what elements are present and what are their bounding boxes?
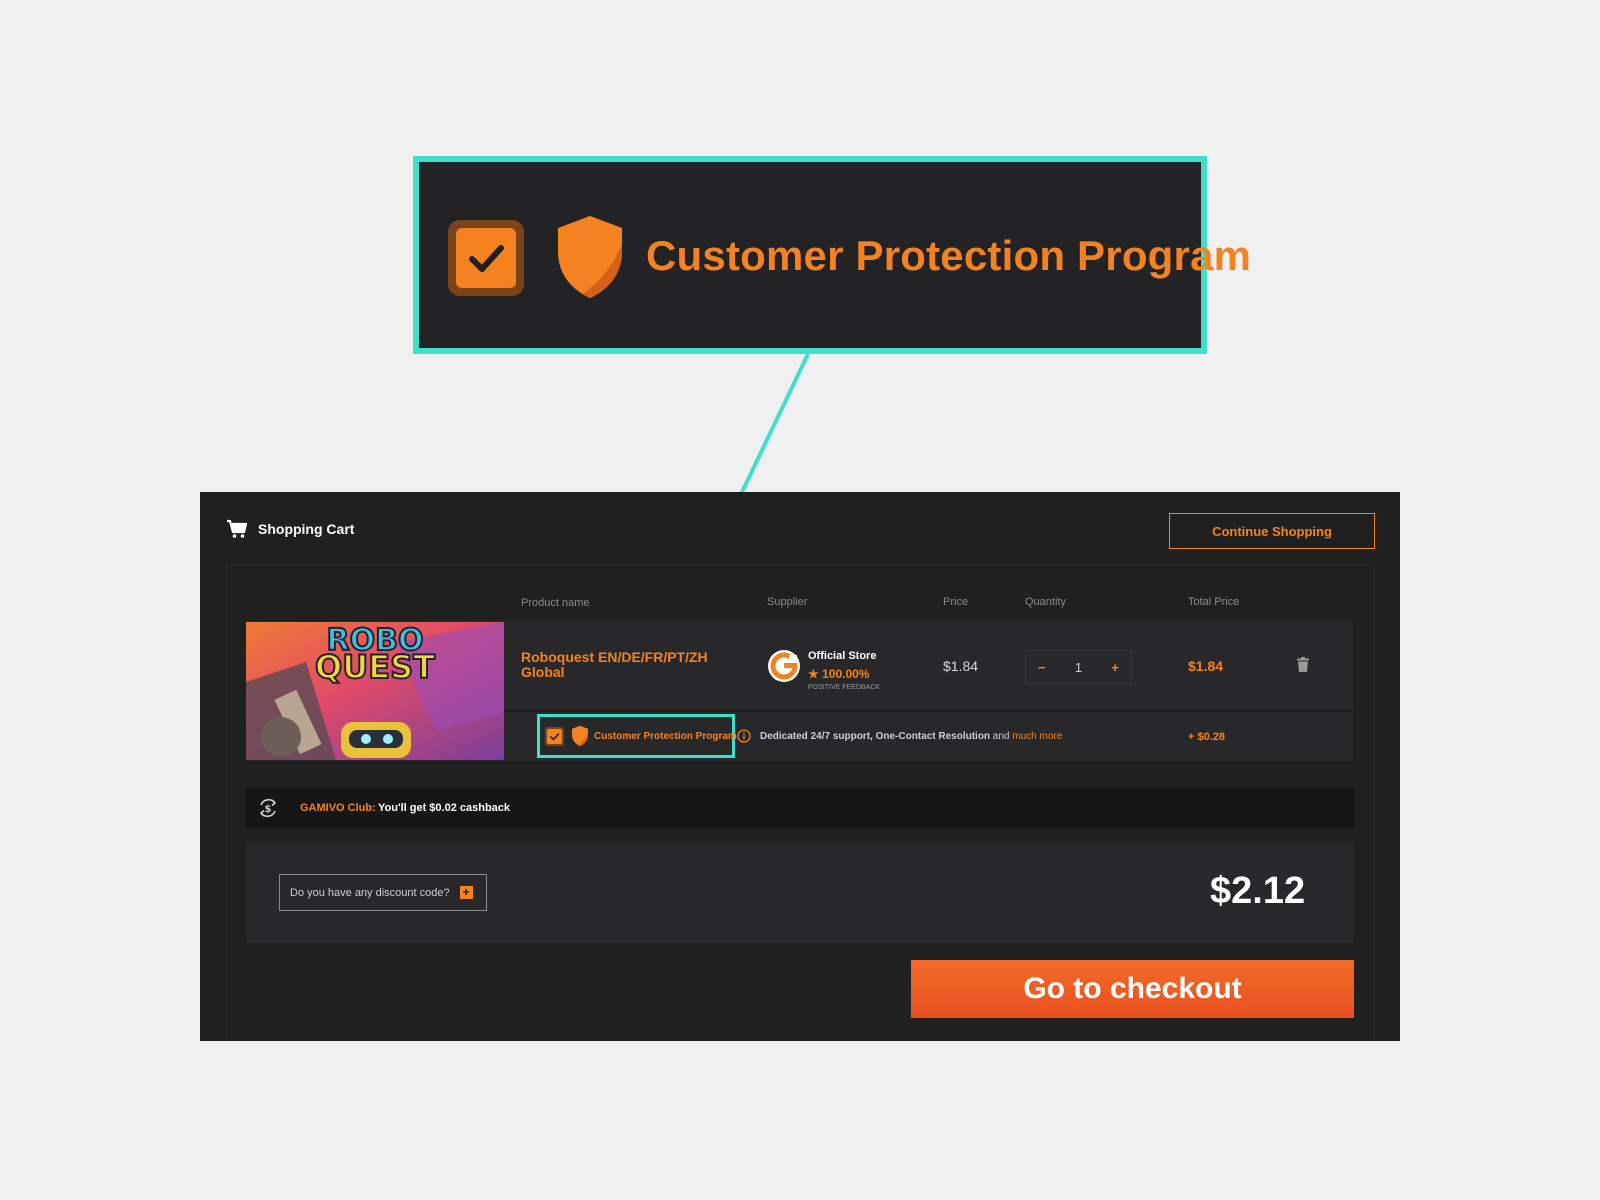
- shopping-cart-panel: Shopping Cart Continue Shopping: [200, 492, 1400, 1041]
- product-thumbnail[interactable]: ROBO QUEST: [246, 622, 504, 760]
- protection-label[interactable]: Customer Protection Program: [594, 731, 737, 742]
- supplier-name[interactable]: Official Store: [808, 650, 876, 662]
- protection-description-and: and: [990, 731, 1013, 742]
- col-header-quantity: Quantity: [1025, 596, 1066, 608]
- protection-price: + $0.28: [1188, 731, 1226, 743]
- trash-icon[interactable]: [1297, 657, 1309, 672]
- check-icon: [469, 245, 504, 272]
- plus-icon: +: [459, 886, 473, 899]
- check-icon: [550, 733, 560, 741]
- col-header-price: Price: [943, 596, 969, 608]
- checkout-button[interactable]: Go to checkout: [911, 960, 1354, 1018]
- shield-icon: [572, 725, 588, 747]
- supplier-rating: ★ 100.00%: [808, 667, 870, 681]
- quantity-stepper: − 1 +: [1025, 650, 1132, 684]
- col-header-product: Product name: [521, 597, 590, 609]
- cart-icon: [227, 519, 248, 538]
- club-name: GAMIVO Club:: [300, 802, 376, 814]
- col-header-supplier: Supplier: [767, 596, 808, 608]
- discount-code-label: Do you have any discount code?: [290, 886, 450, 899]
- discount-code-button[interactable]: Do you have any discount code? +: [279, 874, 487, 911]
- protection-more-link[interactable]: much more: [1012, 731, 1062, 742]
- info-icon[interactable]: [737, 729, 751, 743]
- zoom-callout: Customer Protection Program: [413, 156, 1251, 354]
- roboquest-cover-image: ROBO QUEST: [246, 622, 504, 760]
- quantity-value[interactable]: 1: [1075, 660, 1082, 675]
- item-total-price: $1.84: [1188, 658, 1224, 674]
- protection-description-text: Dedicated 24/7 support, One-Contact Reso…: [760, 731, 991, 742]
- grand-total: $2.12: [1210, 870, 1306, 912]
- quantity-increase-button[interactable]: +: [1111, 660, 1119, 675]
- cashback-icon: $: [259, 798, 277, 818]
- svg-text:$: $: [265, 804, 272, 815]
- quantity-decrease-button[interactable]: −: [1038, 660, 1046, 675]
- cover-title-quest: QUEST: [315, 648, 435, 686]
- page-title: Shopping Cart: [258, 521, 355, 537]
- protection-description: Dedicated 24/7 support, One-Contact Reso…: [760, 731, 1062, 742]
- protection-checkbox[interactable]: [545, 727, 564, 746]
- supplier-feedback-label: POSITIVE FEEDBACK: [808, 684, 880, 691]
- zoom-checkbox: [448, 220, 524, 296]
- cart-header: Shopping Cart: [226, 519, 354, 539]
- supplier-logo-icon: [768, 650, 800, 682]
- club-cashback-text: You'll get $0.02 cashback: [378, 802, 511, 814]
- product-name-link[interactable]: Roboquest EN/DE/FR/PT/ZH Global: [521, 650, 741, 680]
- shield-icon: [558, 216, 622, 298]
- continue-shopping-button[interactable]: Continue Shopping: [1169, 513, 1375, 549]
- col-header-total: Total Price: [1188, 596, 1240, 608]
- item-price: $1.84: [943, 658, 979, 674]
- zoom-protection-label: Customer Protection Program: [646, 232, 1252, 279]
